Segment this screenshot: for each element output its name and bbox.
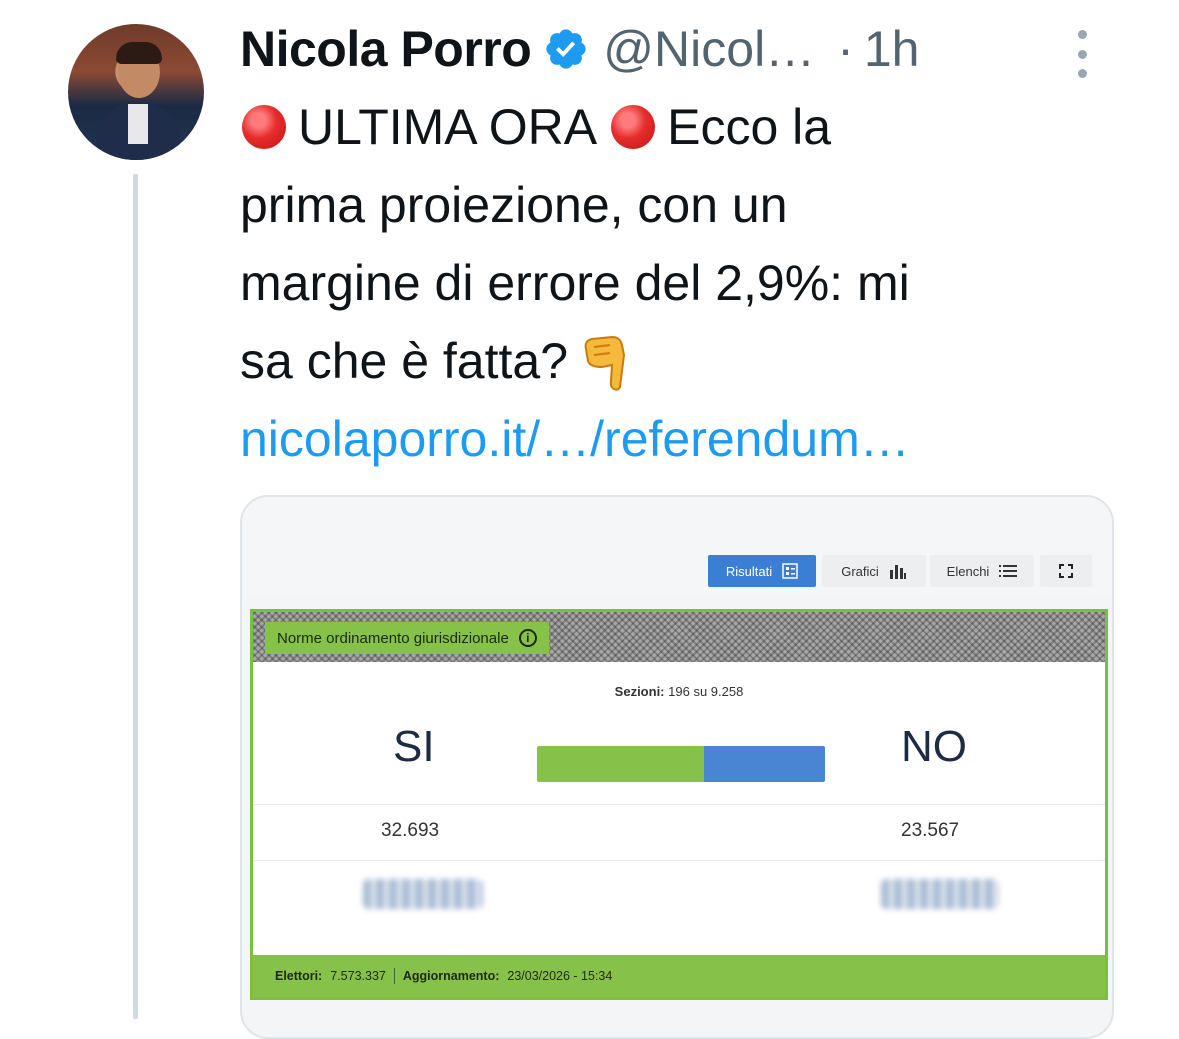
more-vertical-icon[interactable] [1072, 30, 1092, 78]
fullscreen-button[interactable] [1040, 555, 1092, 587]
tab-charts-label: Grafici [841, 563, 879, 579]
grid-list-icon [782, 563, 798, 579]
author-handle[interactable]: @Nicol… [603, 20, 815, 78]
tweet-line-2: prima proiezione, con un [240, 177, 788, 233]
tweet-line-4-text: sa che è fatta? [240, 333, 569, 389]
tab-results[interactable]: Risultati [708, 555, 816, 587]
red-circle-emoji [242, 105, 286, 149]
results-bar [537, 746, 825, 782]
panel-header: Norme ordinamento giurisdizionale i [253, 612, 1105, 662]
no-votes: 23.567 [901, 820, 960, 841]
no-bar-segment [704, 746, 825, 782]
tab-lists[interactable]: Elenchi [930, 555, 1034, 587]
avatar[interactable] [68, 24, 204, 160]
tab-lists-label: Elenchi [946, 563, 990, 579]
fullscreen-icon [1059, 564, 1073, 578]
tweet-line-1-rest: Ecco la [667, 99, 832, 155]
no-percentage-blurred [881, 879, 999, 909]
tweet-text: ULTIMA ORA Ecco la prima proiezione, con… [240, 88, 1120, 478]
update-label: Aggiornamento: [402, 969, 500, 983]
verified-badge-icon [546, 29, 586, 69]
tweet-time[interactable]: 1h [864, 20, 920, 78]
voters-label: Elettori: [275, 969, 323, 983]
avatar-shirt [128, 104, 148, 144]
tab-results-label: Risultati [725, 563, 773, 579]
sections-label: Sezioni: [614, 684, 665, 699]
avatar-hair [116, 42, 162, 64]
tweet-header: Nicola Porro @Nicol… · 1h [240, 14, 919, 84]
link-preview-card[interactable]: Risultati Grafici Elenchi Norme ordiname… [240, 495, 1114, 1039]
sections-count: Sezioni: 196 su 9.258 [253, 684, 1105, 699]
referendum-panel: Norme ordinamento giurisdizionale i Sezi… [250, 609, 1108, 1000]
divider [253, 804, 1105, 805]
tweet-line-4: sa che è fatta? [240, 322, 1120, 400]
red-circle-emoji [611, 105, 656, 149]
bar-chart-icon [889, 565, 906, 579]
breaking-label: ULTIMA ORA [298, 99, 598, 155]
article-link[interactable]: nicolaporro.it/…/referendum… [240, 400, 1120, 478]
divider [253, 860, 1105, 861]
update-value: 23/03/2026 - 15:34 [507, 969, 613, 983]
panel-title-text: Norme ordinamento giurisdizionale [277, 629, 509, 647]
yes-bar-segment [537, 746, 705, 782]
tweet-line-1: ULTIMA ORA Ecco la [240, 88, 1120, 166]
yes-percentage-blurred [363, 879, 483, 909]
thread-line [133, 174, 138, 1019]
yes-votes: 32.693 [381, 820, 440, 841]
voters-value: 7.573.337 [330, 969, 386, 983]
yes-label: SI [393, 722, 435, 771]
info-icon[interactable]: i [518, 629, 537, 647]
author-name[interactable]: Nicola Porro [240, 20, 532, 78]
footer-separator [393, 968, 395, 984]
no-label: NO [901, 722, 967, 771]
results-toolbar: Risultati Grafici Elenchi [242, 497, 1112, 597]
panel-footer: Elettori: 7.573.337 Aggiornamento: 23/03… [253, 955, 1105, 997]
sections-value: 196 su 9.258 [668, 684, 744, 699]
separator-dot: · [837, 21, 854, 77]
tab-charts[interactable]: Grafici [822, 555, 926, 587]
tweet-line-3: margine di errore del 2,9%: mi [240, 255, 910, 311]
panel-title: Norme ordinamento giurisdizionale i [265, 622, 549, 654]
pointing-down-emoji [584, 335, 626, 391]
list-icon [999, 565, 1018, 577]
